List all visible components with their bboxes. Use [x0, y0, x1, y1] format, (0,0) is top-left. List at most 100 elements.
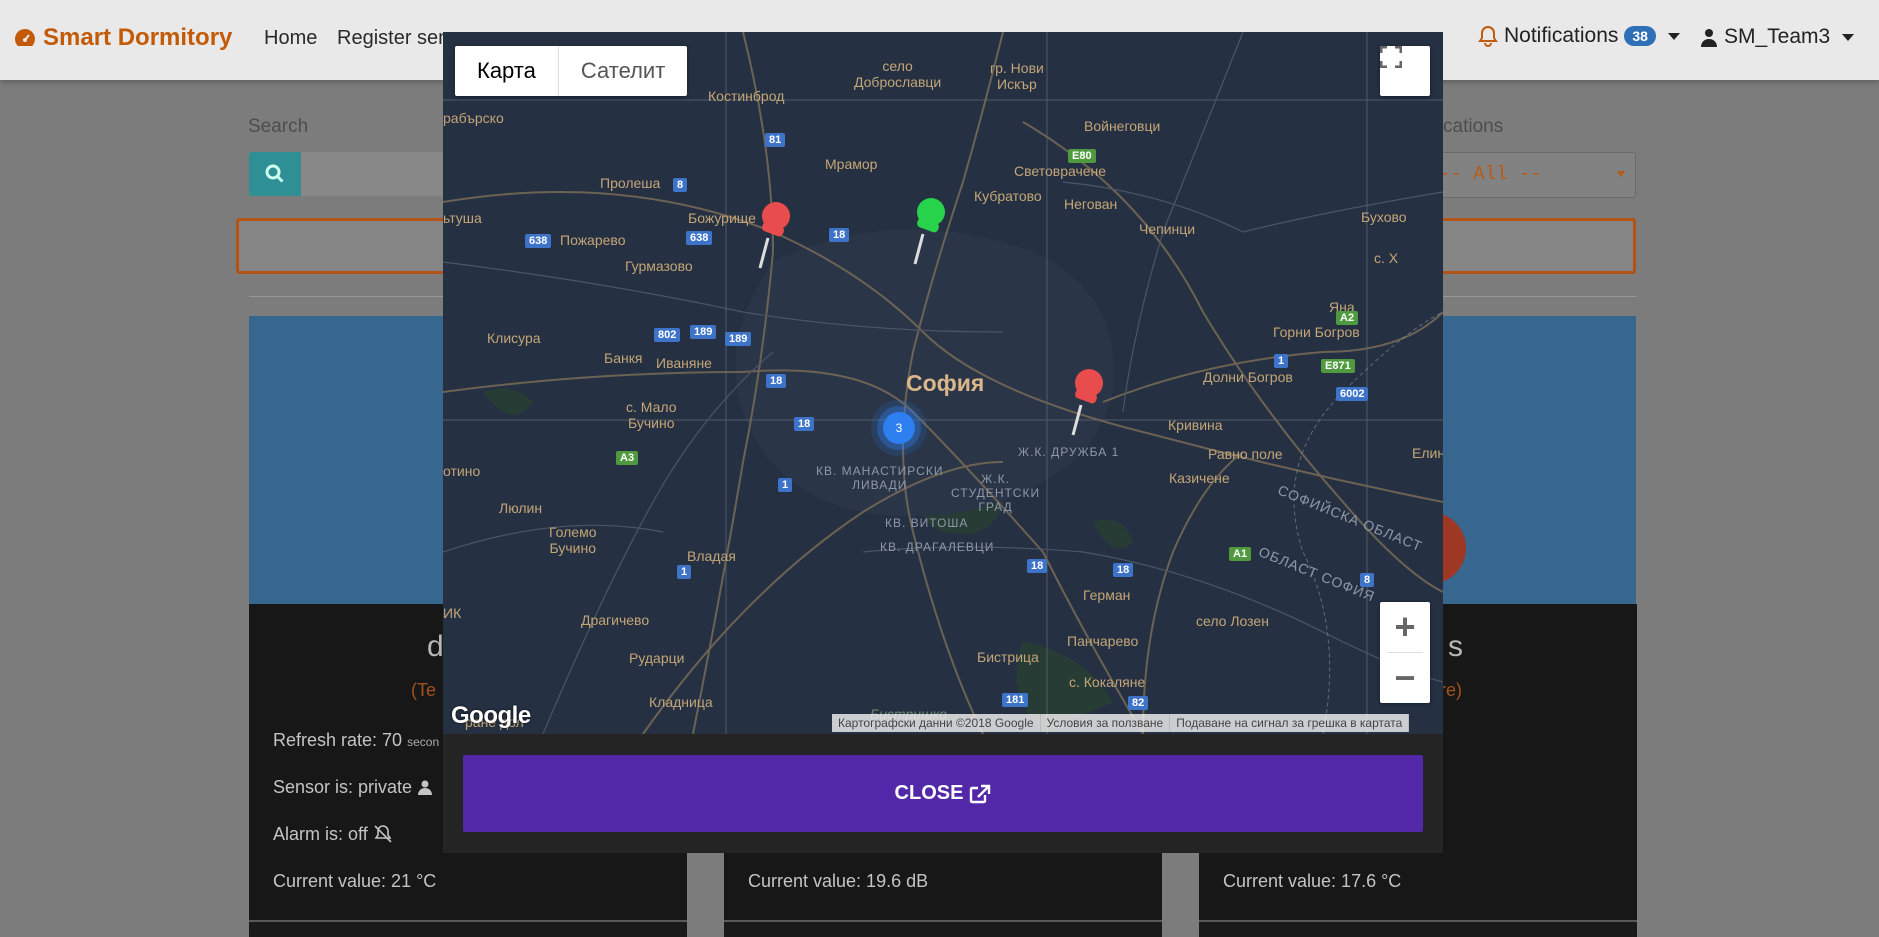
user-secret-icon	[1701, 29, 1717, 47]
sensor-privacy: Sensor is: private	[273, 777, 433, 798]
map-label: Пожарево	[560, 232, 626, 248]
road-shield: 8	[1360, 573, 1375, 587]
map-label: рабърско	[443, 110, 504, 126]
map-label: Клисура	[487, 330, 541, 346]
road-shield: A3	[616, 451, 639, 465]
chevron-down-icon	[1667, 32, 1680, 40]
attribution-terms-link[interactable]: Условия за ползване	[1040, 714, 1171, 732]
nav-home[interactable]: Home	[264, 27, 317, 50]
close-button-label: CLOSE	[894, 782, 964, 804]
map-label-district: КВ. МАНАСТИРСКИ ЛИВАДИ	[816, 464, 944, 492]
map[interactable]: село Доброславци гр. Нови Искър Костинброд…	[443, 32, 1443, 734]
current-value: Current value: 17.6 °C	[1223, 871, 1402, 891]
map-label: Елин	[1412, 445, 1443, 461]
google-logo: Google	[451, 702, 531, 729]
map-label-district: Ж.К. СТУДЕНТСКИ ГРАД	[951, 472, 1041, 514]
map-label: с. Мало Бучино	[626, 399, 677, 431]
map-label: с. Кокаляне	[1069, 674, 1146, 690]
map-label: отино	[443, 463, 481, 479]
map-label-district: Ж.К. ДРУЖБА 1	[1018, 445, 1120, 459]
marker-cluster[interactable]: 3	[883, 412, 915, 444]
refresh-rate: Refresh rate: 70 secon	[273, 730, 439, 751]
close-button[interactable]: CLOSE	[463, 755, 1423, 832]
map-pin-marker[interactable]	[748, 196, 796, 272]
map-type-satellite-button[interactable]: Сателит	[559, 46, 687, 96]
map-label: Кубратово	[974, 188, 1042, 204]
refresh-rate-unit: secon	[407, 735, 440, 749]
map-label: Иваняне	[656, 355, 712, 371]
card-subtitle: (Te	[411, 680, 437, 700]
user-secret-icon	[418, 780, 433, 795]
fullscreen-icon	[1380, 46, 1402, 68]
road-shield: 189	[725, 332, 752, 346]
road-shield: 18	[1113, 563, 1134, 577]
road-shield: 6002	[1336, 387, 1369, 401]
current-value: Current value: 21 °C	[273, 871, 437, 891]
road-shield: A1	[1229, 547, 1252, 561]
road-shield: 1	[778, 478, 793, 492]
brand[interactable]: Smart Dormitory	[13, 24, 232, 52]
notifications-filter-value: -- All --	[1439, 163, 1542, 185]
road-shield: 18	[1027, 559, 1048, 573]
dashboard-icon	[15, 29, 35, 46]
road-shield: 638	[686, 231, 713, 245]
road-shield: 81	[765, 133, 786, 147]
road-shield: 189	[690, 325, 717, 339]
road-shield: 18	[766, 374, 787, 388]
map-label: Мрамор	[825, 156, 878, 172]
search-input[interactable]	[301, 152, 461, 196]
zoom-out-button[interactable]: −	[1380, 653, 1430, 703]
map-label: Равно поле	[1208, 446, 1283, 462]
road-shield: 638	[525, 234, 552, 248]
map-pin-marker[interactable]	[903, 192, 951, 268]
road-shield: 1	[677, 565, 692, 579]
sensor-privacy-text: Sensor is: private	[273, 777, 413, 797]
map-label: Световрачене	[1014, 163, 1107, 179]
map-label: Долни Богров	[1203, 369, 1293, 385]
map-label-district: КВ. ДРАГАЛЕВЦИ	[880, 540, 995, 554]
map-label: Костинброд	[708, 88, 785, 104]
card-footer	[249, 920, 687, 937]
zoom-in-button[interactable]: +	[1380, 602, 1430, 652]
card-title: s	[1448, 630, 1463, 663]
bell-slash-icon	[374, 825, 392, 843]
map-label: село Доброславци	[854, 58, 942, 90]
map-type-control: Карта Сателит	[455, 46, 688, 96]
road-shield: 18	[794, 417, 815, 431]
user-menu[interactable]: SM_Team3	[1700, 25, 1855, 49]
search-icon	[265, 164, 284, 183]
card-title: d	[427, 630, 444, 663]
notifications-badge: 38	[1624, 26, 1656, 46]
nav-register-sensor[interactable]: Register sen	[337, 27, 449, 50]
map-modal: село Доброславци гр. Нови Искър Костинброд…	[443, 32, 1443, 853]
notifications-label: Notifications	[1504, 24, 1619, 47]
map-label: Големо Бучино	[549, 524, 597, 556]
notifications-filter-select[interactable]: -- All --	[1424, 152, 1636, 198]
brand-name: Smart Dormitory	[43, 24, 233, 51]
map-label: Гурмазово	[625, 258, 693, 274]
map-label: Чепинци	[1139, 221, 1196, 237]
map-label: с. Х	[1374, 250, 1399, 266]
road-shield: E871	[1321, 359, 1355, 373]
search-button[interactable]	[249, 152, 301, 196]
map-label: Кладница	[649, 694, 713, 710]
road-shield: E80	[1068, 149, 1096, 163]
alarm-status: Alarm is: off	[273, 824, 393, 845]
map-pin-marker[interactable]	[1061, 363, 1109, 439]
attribution-report-link[interactable]: Подаване на сигнал за грешка в картата	[1170, 714, 1410, 732]
map-type-map-button[interactable]: Карта	[455, 46, 559, 96]
map-label-city: София	[906, 370, 985, 396]
map-label: Герман	[1083, 587, 1131, 603]
map-label: Пролеша	[600, 175, 661, 191]
map-label: Божурище	[688, 210, 756, 226]
road-shield: 1	[1274, 354, 1289, 368]
map-label: Люлин	[499, 500, 543, 516]
fullscreen-button[interactable]	[1380, 46, 1430, 96]
notifications-menu[interactable]: Notifications 38	[1478, 24, 1680, 48]
username: SM_Team3	[1724, 25, 1831, 48]
map-label: Бухово	[1361, 209, 1407, 225]
road-shield: 181	[1002, 693, 1029, 707]
alarm-status-text: Alarm is: off	[273, 824, 368, 844]
map-label: Драгичево	[581, 612, 650, 628]
map-label: Кривина	[1168, 417, 1223, 433]
